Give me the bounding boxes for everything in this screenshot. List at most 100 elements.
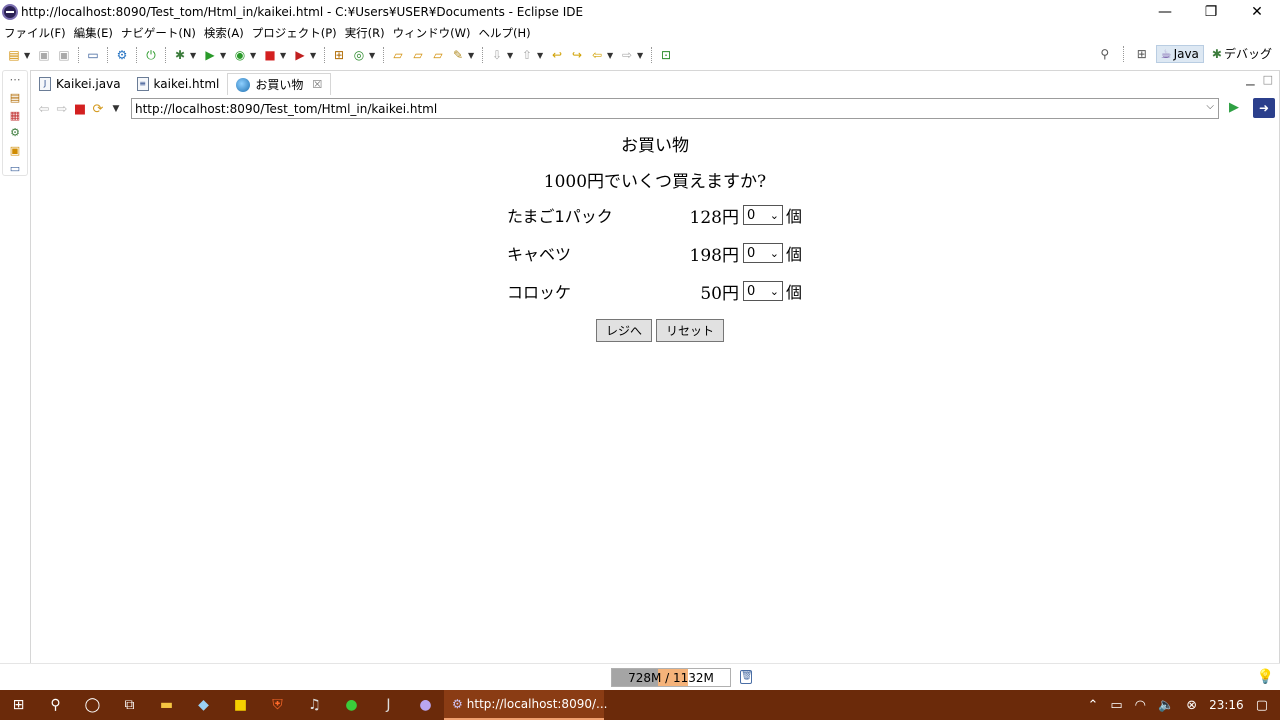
prev-annotation-dropdown-icon[interactable]: ▼ [537,51,545,60]
terminal-icon[interactable]: ▭ [84,46,102,64]
java-app-icon[interactable]: J [370,690,407,720]
menu-window[interactable]: ウィンドウ(W) [389,25,475,41]
file-explorer-icon[interactable]: ▬ [148,690,185,720]
search-icon[interactable]: ⚲ [37,690,74,720]
next-annotation-icon[interactable]: ⇩ [488,46,506,64]
cortana-icon[interactable]: ◯ [74,690,111,720]
lightbulb-icon[interactable]: 💡 [1257,669,1274,685]
open-folder-icon[interactable]: ▱ [429,46,447,64]
perspective-java[interactable]: ☕ Java [1155,44,1204,63]
browser-menu-dropdown-icon[interactable]: ▼ [107,100,125,118]
restore-icon[interactable]: ⋯ [8,73,22,87]
reset-button[interactable]: リセット [656,319,725,342]
debug-icon[interactable]: ✱ [171,46,189,64]
back-dropdown-icon[interactable]: ▼ [607,51,615,60]
notes-app-icon[interactable]: ◆ [185,690,222,720]
open-perspective-icon[interactable]: ⊞ [1133,45,1151,63]
pin-editor-icon[interactable]: ⊡ [657,46,675,64]
run-icon[interactable]: ▶ [201,46,219,64]
browser-back-icon[interactable]: ⇦ [35,100,53,118]
tab-kaikei-html[interactable]: ≡ kaikei.html [129,73,228,95]
type-hierarchy-icon[interactable]: ▦ [8,108,22,122]
edit-pen-icon[interactable]: ✎ [449,46,467,64]
open-type-icon[interactable]: ▱ [389,46,407,64]
tab-browser[interactable]: お買い物 ☒ [227,73,332,95]
minimize-button[interactable]: — [1142,0,1188,24]
menu-run[interactable]: 実行(R) [341,25,389,41]
menu-project[interactable]: プロジェクト(P) [248,25,341,41]
trash-icon[interactable]: 🗑 [740,670,752,684]
last-edit-icon[interactable]: ↩ [548,46,566,64]
browser-forward-icon[interactable]: ⇨ [53,100,71,118]
clock[interactable]: 23:16 [1209,698,1244,712]
forward-icon[interactable]: ⇨ [618,46,636,64]
prev-annotation-icon[interactable]: ⇧ [518,46,536,64]
stop-icon[interactable]: ■ [261,46,279,64]
menu-edit[interactable]: 編集(E) [70,25,117,41]
save-icon[interactable]: ▣ [35,46,53,64]
volume-icon[interactable]: 🔈 [1158,698,1174,713]
menu-search[interactable]: 検索(A) [200,25,248,41]
quantity-select[interactable]: 0 ⌄ [743,281,783,301]
save-all-icon[interactable]: ▣ [55,46,73,64]
quantity-select[interactable]: 0 ⌄ [743,205,783,225]
quantity-select[interactable]: 0 ⌄ [743,243,783,263]
minimize-editor-icon[interactable]: ▁ [1246,73,1254,86]
eclipse-browser-icon[interactable]: ➜ [1253,98,1275,118]
open-task-icon[interactable]: ▱ [409,46,427,64]
menu-file[interactable]: ファイル(F) [0,25,70,41]
perspective-debug[interactable]: ✱ デバッグ [1208,44,1276,63]
music-app-icon[interactable]: ♫ [296,690,333,720]
new-icon[interactable]: ▤ [5,46,23,64]
brave-browser-icon[interactable]: ⛨ [259,690,296,720]
browser-stop-icon[interactable]: ■ [71,100,89,118]
chevron-down-icon[interactable]: ⌵ [1206,101,1214,112]
notification-icon[interactable]: ▢ [1256,698,1268,713]
new-class-dropdown-icon[interactable]: ▼ [369,51,377,60]
maximize-editor-icon[interactable]: □ [1263,73,1273,86]
search-icon[interactable]: ⚲ [1096,45,1114,63]
outline-icon[interactable]: ⚙ [8,126,22,140]
wifi-icon[interactable]: ◠ [1135,698,1146,713]
new-package-icon[interactable]: ⊞ [330,46,348,64]
forward-dropdown-icon[interactable]: ▼ [637,51,645,60]
external-tools-icon[interactable]: ▶ [291,46,309,64]
edit-dropdown-icon[interactable]: ▼ [468,51,476,60]
project-explorer-icon[interactable]: ▣ [8,144,22,158]
back-icon[interactable]: ⇦ [588,46,606,64]
chevron-up-icon[interactable]: ⌃ [1087,698,1098,713]
checkout-button[interactable]: レジへ [596,319,653,342]
task-view-icon[interactable]: ⧉ [111,690,148,720]
heap-status[interactable]: 728M / 1132M [611,668,731,687]
browser-refresh-icon[interactable]: ⟳ [89,100,107,118]
battery-icon[interactable]: ▭ [1110,698,1122,713]
menu-help[interactable]: ヘルプ(H) [475,25,535,41]
new-class-icon[interactable]: ◎ [350,46,368,64]
new-dropdown-icon[interactable]: ▼ [24,51,32,60]
go-icon[interactable]: ▶ [1229,100,1243,115]
menu-navigate[interactable]: ナビゲート(N) [117,25,200,41]
package-explorer-icon[interactable]: ▤ [8,91,22,105]
coverage-icon[interactable]: ◉ [231,46,249,64]
settings-icon[interactable]: ⚙ [113,46,131,64]
external-tools-dropdown-icon[interactable]: ▼ [310,51,318,60]
url-input[interactable]: http://localhost:8090/Test_tom/Html_in/k… [131,98,1219,119]
console-icon[interactable]: ▭ [8,161,22,175]
maximize-button[interactable]: ❐ [1188,0,1234,24]
sticky-notes-icon[interactable]: ■ [222,690,259,720]
close-button[interactable]: ✕ [1234,0,1280,24]
run-dropdown-icon[interactable]: ▼ [220,51,228,60]
taskbar-active-window[interactable]: ⚙ http://localhost:8090/... [444,690,607,720]
next-annotation-dropdown-icon[interactable]: ▼ [507,51,515,60]
coverage-dropdown-icon[interactable]: ▼ [250,51,258,60]
debug-dropdown-icon[interactable]: ▼ [190,51,198,60]
no-network-icon[interactable]: ⊗ [1186,698,1197,713]
forward-edit-icon[interactable]: ↪ [568,46,586,64]
eclipse-app-icon[interactable]: ● [407,690,444,720]
stop-dropdown-icon[interactable]: ▼ [280,51,288,60]
windows-start-icon[interactable]: ⊞ [0,690,37,720]
line-app-icon[interactable]: ● [333,690,370,720]
server-start-icon[interactable]: ⏻ [142,46,160,64]
tab-kaikei-java[interactable]: J Kaikei.java [31,73,129,95]
close-tab-icon[interactable]: ☒ [312,78,322,91]
